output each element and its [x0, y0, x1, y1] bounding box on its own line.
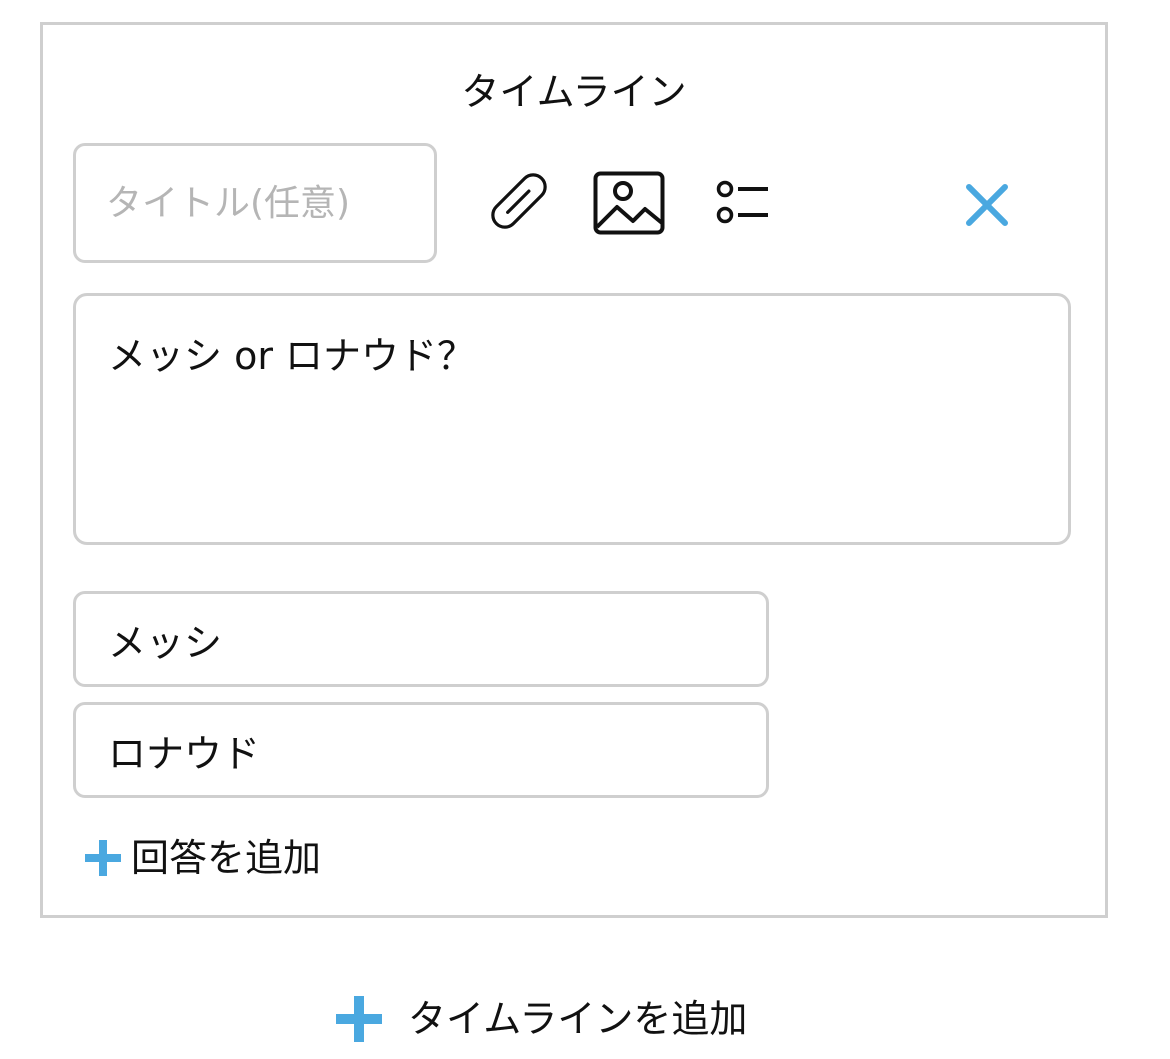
attach-image-button[interactable] [589, 167, 669, 239]
image-icon [593, 171, 665, 235]
close-icon [966, 184, 1008, 226]
add-timeline-button[interactable]: タイムラインを追加 [336, 994, 747, 1044]
poll-list-icon [716, 180, 768, 224]
paperclip-icon [491, 173, 547, 229]
answer-input-1[interactable] [73, 591, 769, 687]
add-answer-button[interactable]: 回答を追加 [85, 833, 321, 883]
card-title: タイムライン [461, 70, 687, 114]
attach-link-button[interactable] [479, 161, 559, 241]
add-timeline-label: タイムラインを追加 [408, 997, 748, 1041]
close-button[interactable] [959, 177, 1015, 233]
plus-icon [336, 996, 382, 1042]
question-textarea[interactable]: メッシ or ロナウド？ [73, 293, 1071, 545]
add-answer-label: 回答を追加 [131, 836, 322, 880]
timeline-card: タイムライン メッシ or ロナウド？ [40, 22, 1108, 918]
answer-input-2[interactable] [73, 702, 769, 798]
poll-button[interactable] [713, 171, 775, 233]
plus-icon [85, 840, 121, 876]
title-input[interactable] [73, 143, 437, 263]
